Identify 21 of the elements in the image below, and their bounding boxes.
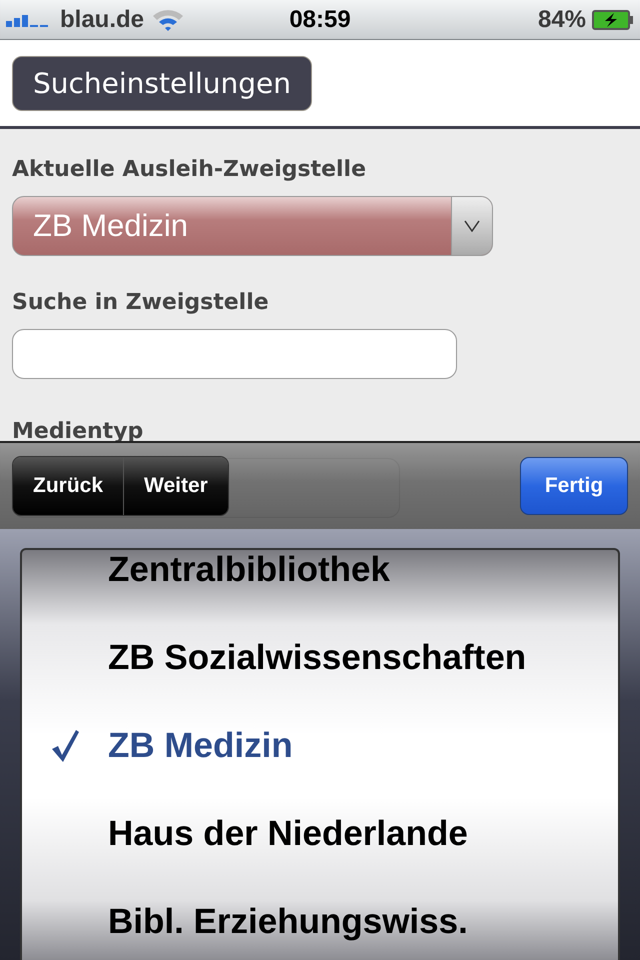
field-label: Medientyp [12, 419, 144, 444]
field-label: Suche in Zweigstelle [12, 290, 270, 315]
carrier-name: blau.de [60, 6, 144, 34]
picker-option[interactable]: ZB Sozialwissenschaften [108, 638, 526, 678]
dropdown-field[interactable]: ZB Medizin [12, 196, 493, 256]
checkmark-icon [50, 729, 80, 763]
picker-option[interactable]: Bibl. Erziehungswiss. [108, 902, 468, 942]
field-label: Aktuelle Ausleih-Zweigstelle [12, 157, 368, 182]
picker-option[interactable]: Haus der Niederlande [108, 814, 468, 854]
nav-segment-button[interactable]: Zurück [13, 457, 124, 515]
clock-time: 08:59 [289, 6, 351, 34]
caret-icon [464, 220, 480, 232]
picker-option[interactable]: Zentralbibliothek [108, 550, 390, 590]
battery-percent: 84% [538, 6, 586, 34]
wifi-icon [152, 8, 184, 32]
search-settings-button[interactable]: Sucheinstellungen [12, 56, 312, 110]
done-button[interactable]: Fertig [520, 457, 628, 515]
picker-option[interactable]: ZB Medizin [108, 726, 293, 766]
nav-segment-button[interactable]: Weiter [124, 457, 228, 515]
battery-charging-icon [592, 10, 634, 30]
input-field[interactable] [12, 329, 457, 379]
